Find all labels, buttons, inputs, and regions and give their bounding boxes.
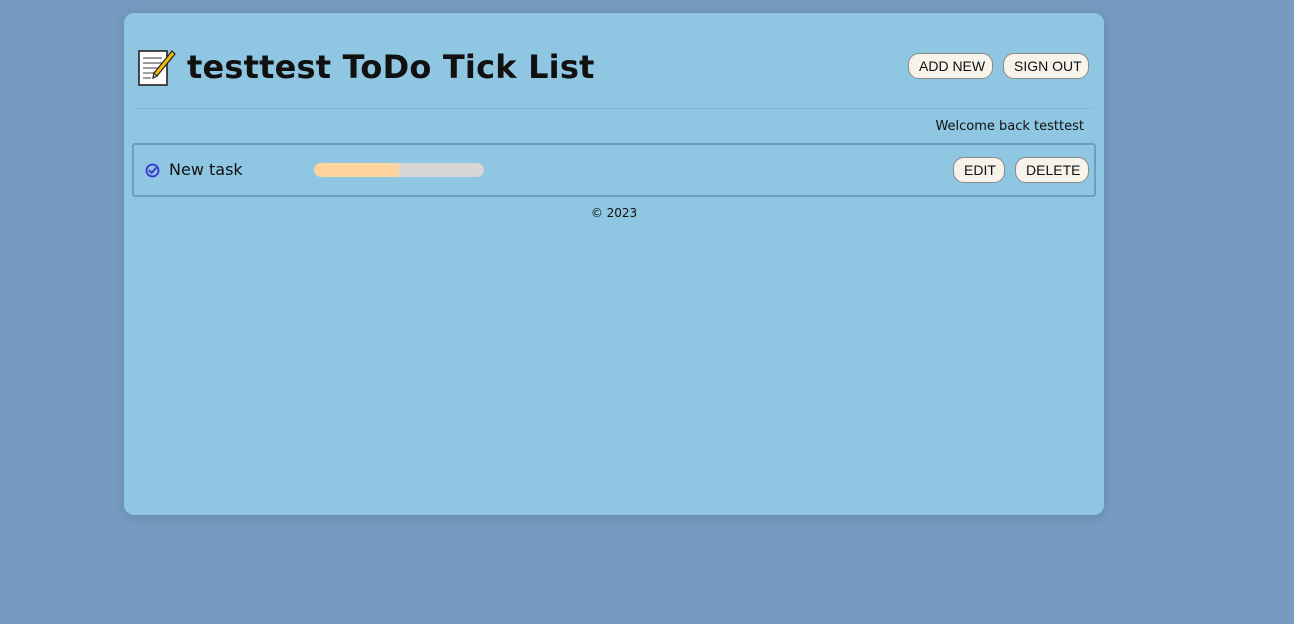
edit-button[interactable]: EDIT (953, 157, 1005, 183)
task-progress-bar (314, 163, 484, 177)
page-title: testtest ToDo Tick List (187, 48, 595, 86)
header-divider (134, 108, 1094, 109)
task-progress-fill (314, 163, 399, 177)
header: testtest ToDo Tick List ADD NEW SIGN OUT (124, 13, 1104, 109)
main-card: testtest ToDo Tick List ADD NEW SIGN OUT… (124, 13, 1104, 515)
delete-button[interactable]: DELETE (1015, 157, 1089, 183)
sign-out-button[interactable]: SIGN OUT (1003, 53, 1089, 79)
task-row: New task EDIT DELETE (132, 143, 1096, 197)
add-new-button[interactable]: ADD NEW (908, 53, 993, 79)
footer-copyright: © 2023 (590, 206, 638, 220)
welcome-message: Welcome back testtest (935, 119, 1084, 134)
memo-icon (136, 48, 176, 88)
check-circle-icon[interactable] (145, 163, 160, 178)
task-label: New task (169, 160, 243, 179)
